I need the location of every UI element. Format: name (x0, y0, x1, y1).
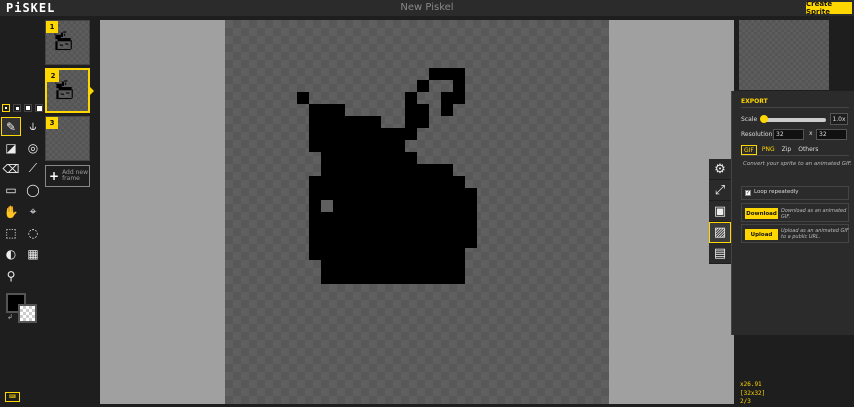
pen-size-1[interactable] (2, 104, 10, 112)
tab-png[interactable]: PNG (760, 145, 777, 155)
frame-thumbnail[interactable]: 3 (45, 116, 90, 161)
main-area: ✎ ⫝ ◪ ◎ ⌫ ⟋ ▭ ◯ ✋ ⌖ ⬚ ◌ ◐ ▦ ⚲ ↲ ⌨ 1 2 3 … (0, 16, 854, 407)
pen-size-3[interactable] (24, 104, 32, 112)
settings-side-menu: ⚙ ⤢ ▣ ▨ ▤ (709, 159, 731, 264)
scale-slider-handle[interactable] (760, 115, 768, 123)
scale-label: Scale (741, 116, 758, 123)
top-bar: PiSKEL New Piskel Create Sprite (0, 0, 854, 16)
sprite-pixels (297, 68, 477, 284)
resize-icon[interactable]: ⤢ (709, 180, 731, 201)
pen-icon[interactable]: ✎ (1, 117, 21, 136)
pen-size-selector (2, 104, 43, 112)
pen-size-4[interactable] (35, 104, 43, 112)
rectangle-select-icon[interactable]: ⬚ (1, 223, 21, 242)
plus-icon: + (49, 169, 60, 183)
export-panel: EXPORT Scale 1.0x Resolution 32 x 32 GIF… (731, 91, 854, 335)
divider (741, 107, 849, 108)
loop-label: Loop repeatedly (754, 189, 799, 195)
resolution-separator: x (809, 130, 813, 137)
upload-button[interactable]: Upload (745, 229, 778, 240)
paint-bucket-icon[interactable]: ◪ (1, 138, 21, 157)
loop-option: ✓ Loop repeatedly (741, 186, 849, 200)
width-input[interactable]: 32 (773, 129, 804, 140)
eraser-icon[interactable]: ⌫ (1, 159, 21, 178)
sprite-title[interactable]: New Piskel (0, 2, 854, 13)
lasso-select-icon[interactable]: ◌ (23, 223, 43, 242)
divider (741, 155, 849, 156)
download-button[interactable]: Download (745, 208, 778, 219)
move-icon[interactable]: ✋ (1, 202, 21, 221)
add-frame-button[interactable]: + Add new frame (45, 165, 90, 187)
lighten-icon[interactable]: ◐ (1, 244, 21, 263)
gif-tab-description: Convert your sprite to an animated GIF. (743, 161, 852, 167)
settings-icon[interactable]: ⚙ (709, 159, 731, 180)
frame-number: 3 (46, 117, 58, 129)
shape-select-icon[interactable]: ⌖ (23, 202, 43, 221)
dithering-icon[interactable]: ▦ (23, 244, 43, 263)
tab-others[interactable]: Others (796, 145, 820, 155)
keyboard-shortcuts-icon[interactable]: ⌨ (5, 392, 20, 402)
height-input[interactable]: 32 (816, 129, 847, 140)
add-frame-label: Add new frame (62, 169, 88, 182)
sprite-size: [32x32] (740, 390, 766, 397)
vertical-mirror-icon[interactable]: ⫝ (23, 117, 43, 136)
download-option: Download Download as an animated GIF. (741, 203, 849, 222)
stroke-icon[interactable]: ⟋ (23, 159, 43, 178)
zoom-level: x26.91 (740, 381, 762, 388)
upload-option: Upload Upload as an animated GIF to a pu… (741, 224, 849, 243)
secondary-color-swatch[interactable] (18, 304, 37, 323)
pen-size-2[interactable] (13, 104, 21, 112)
frame-number: 2 (47, 70, 59, 82)
export-icon[interactable]: ▨ (709, 222, 731, 243)
drawing-canvas[interactable] (225, 20, 609, 404)
create-sprite-button[interactable]: Create Sprite (806, 0, 852, 16)
export-heading: EXPORT (741, 98, 768, 105)
import-icon[interactable]: ▤ (709, 243, 731, 264)
paint-all-same-color-icon[interactable]: ◎ (23, 138, 43, 157)
frames-panel: 1 2 3 + Add new frame (44, 16, 96, 407)
drawing-stage (100, 20, 734, 404)
save-icon[interactable]: ▣ (709, 201, 731, 222)
download-description: Download as an animated GIF. (781, 208, 847, 220)
circle-icon[interactable]: ◯ (23, 180, 43, 199)
export-tabs: GIF PNG Zip Others (741, 145, 820, 155)
resolution-label: Resolution (741, 131, 773, 138)
color-picker-icon[interactable]: ⚲ (1, 266, 21, 285)
upload-description: Upload as an animated GIF to a public UR… (781, 228, 849, 240)
frame-number: 1 (46, 21, 58, 33)
scale-slider[interactable] (762, 118, 826, 122)
tab-zip[interactable]: Zip (780, 145, 794, 155)
swap-colors-icon[interactable]: ↲ (7, 313, 13, 321)
tab-gif[interactable]: GIF (741, 145, 757, 155)
current-frame: 2/3 (740, 398, 751, 405)
loop-checkbox[interactable]: ✓ (745, 190, 751, 196)
tools-panel: ✎ ⫝ ◪ ◎ ⌫ ⟋ ▭ ◯ ✋ ⌖ ⬚ ◌ ◐ ▦ ⚲ ↲ ⌨ (0, 16, 44, 407)
scale-value: 1.0x (830, 113, 848, 125)
animation-preview[interactable] (739, 20, 829, 90)
frame-thumbnail-selected[interactable]: 2 (45, 68, 94, 113)
frame-thumbnail[interactable]: 1 (45, 20, 90, 65)
rectangle-icon[interactable]: ▭ (1, 180, 21, 199)
selected-frame-arrow (90, 87, 94, 95)
